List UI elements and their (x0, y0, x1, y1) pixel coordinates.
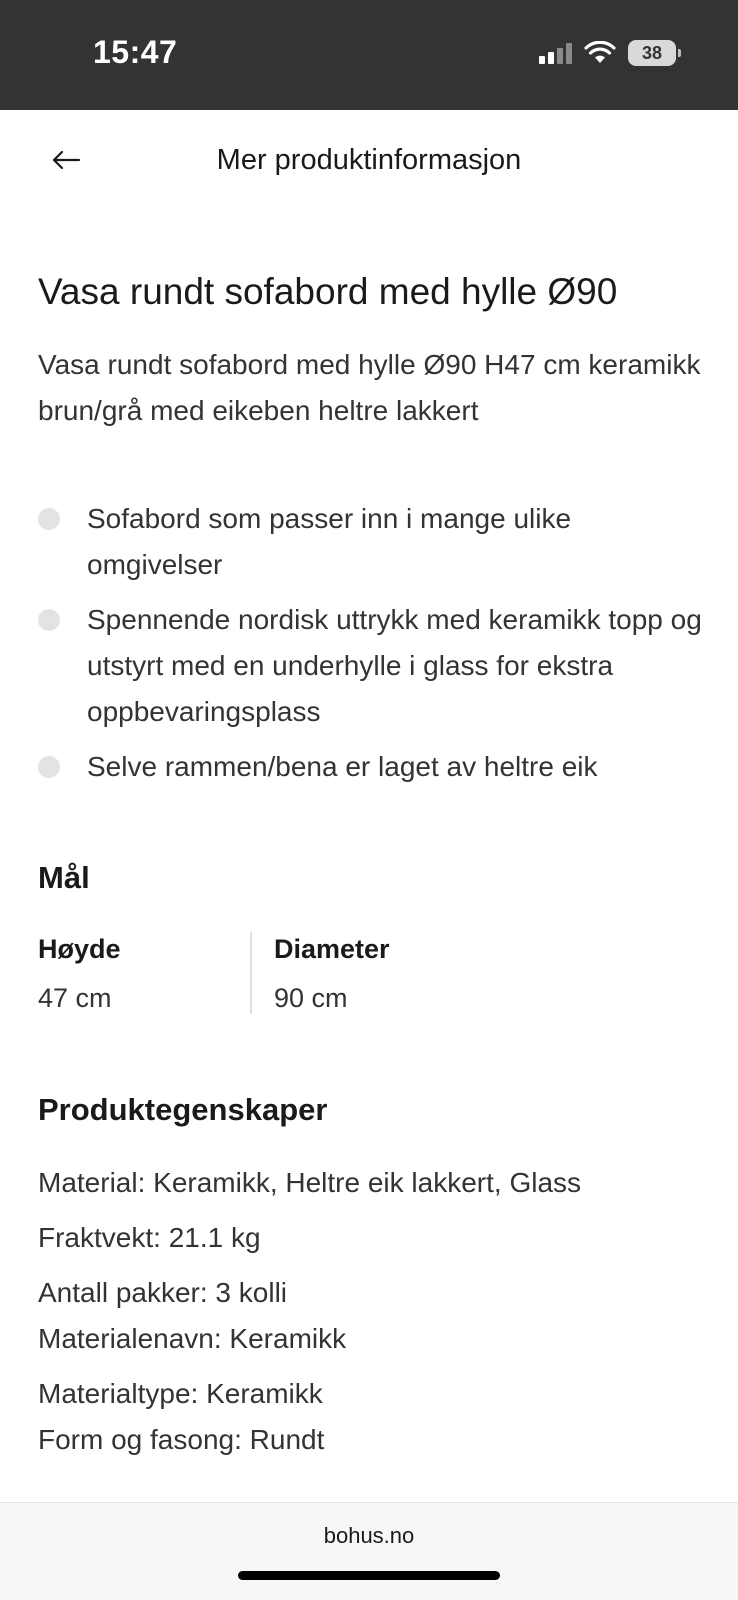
dimension-diameter: Diameter 90 cm (250, 932, 550, 1015)
dimensions-table: Høyde 47 cm Diameter 90 cm (38, 932, 703, 1015)
feature-list: Sofabord som passer inn i mange ulike om… (38, 496, 703, 790)
battery-icon: 38 (628, 40, 681, 66)
property-item: Antall pakker: 3 kolli (38, 1277, 288, 1309)
dimensions-heading: Mål (38, 860, 90, 896)
page-title: Mer produktinformasjon (216, 144, 522, 176)
status-bar: 15:47 38 (0, 0, 738, 110)
property-item: Fraktvekt: 21.1 kg (38, 1222, 261, 1254)
feature-text: Selve rammen/bena er laget av heltre eik (87, 751, 598, 783)
home-indicator[interactable] (238, 1571, 500, 1580)
feature-text: Sofabord som passer inn i mange ulike om… (87, 503, 572, 581)
product-info-content: Vasa rundt sofabord med hylle Ø90 Vasa r… (38, 270, 703, 1463)
property-item: Materialtype: Keramikk (38, 1378, 323, 1410)
status-icons: 38 (539, 40, 681, 66)
properties-list: Material: Keramikk, Heltre eik lakkert, … (38, 1160, 703, 1463)
wifi-icon (584, 41, 616, 63)
bullet-icon (38, 508, 60, 531)
dimension-value: 47 cm (38, 983, 112, 1014)
app-header: Mer produktinformasjon (0, 110, 738, 220)
bullet-icon (38, 756, 60, 779)
status-time: 15:47 (93, 34, 178, 70)
cellular-signal-icon (539, 42, 572, 64)
feature-item: Sofabord som passer inn i mange ulike om… (38, 496, 703, 588)
browser-bottom-bar: bohus.no (0, 1502, 738, 1600)
property-item: Material: Keramikk, Heltre eik lakkert, … (38, 1167, 582, 1199)
bullet-icon (38, 609, 60, 632)
property-item: Form og fasong: Rundt (38, 1424, 325, 1456)
url-bar[interactable]: bohus.no (0, 1523, 738, 1549)
feature-item: Spennende nordisk uttrykk med keramikk t… (38, 597, 703, 735)
product-description: Vasa rundt sofabord med hylle Ø90 H47 cm… (38, 349, 701, 427)
dimension-height: Høyde 47 cm (38, 932, 250, 1014)
feature-text: Spennende nordisk uttrykk med keramikk t… (87, 604, 702, 728)
properties-heading: Produktegenskaper (38, 1092, 328, 1128)
dimension-label: Diameter (274, 934, 390, 965)
dimension-value: 90 cm (274, 983, 348, 1014)
dimension-label: Høyde (38, 934, 121, 965)
battery-level: 38 (641, 42, 663, 63)
property-item: Materialenavn: Keramikk (38, 1323, 347, 1355)
product-title: Vasa rundt sofabord med hylle Ø90 (38, 271, 618, 312)
feature-item: Selve rammen/bena er laget av heltre eik (38, 744, 703, 790)
